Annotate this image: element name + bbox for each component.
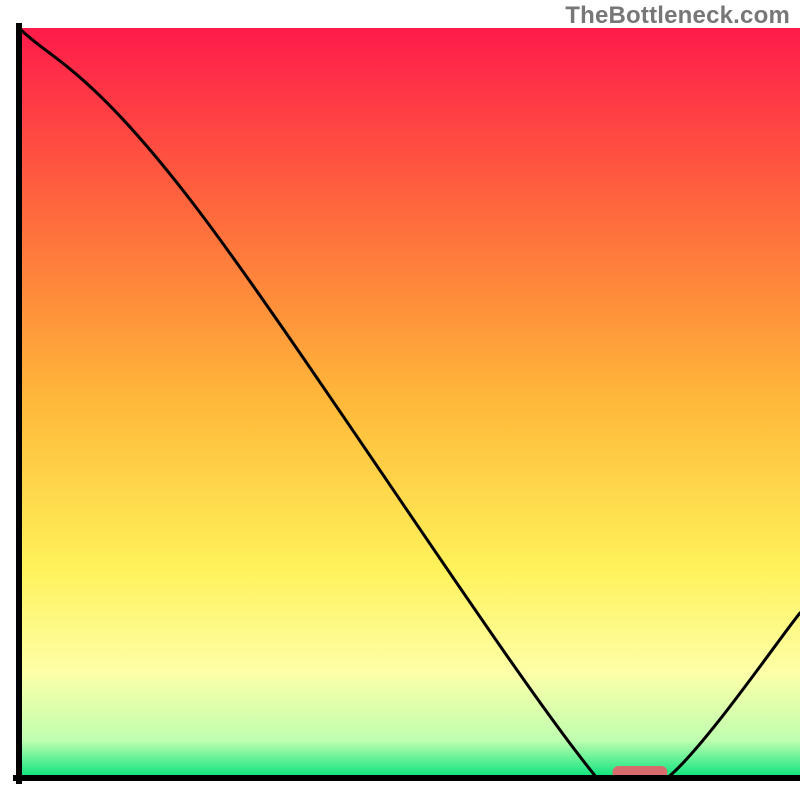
plot-area [19, 28, 800, 800]
gradient-background [19, 28, 800, 778]
chart-stage: TheBottleneck.com [0, 0, 800, 800]
watermark-text: TheBottleneck.com [565, 2, 790, 30]
bottleneck-chart [0, 0, 800, 800]
